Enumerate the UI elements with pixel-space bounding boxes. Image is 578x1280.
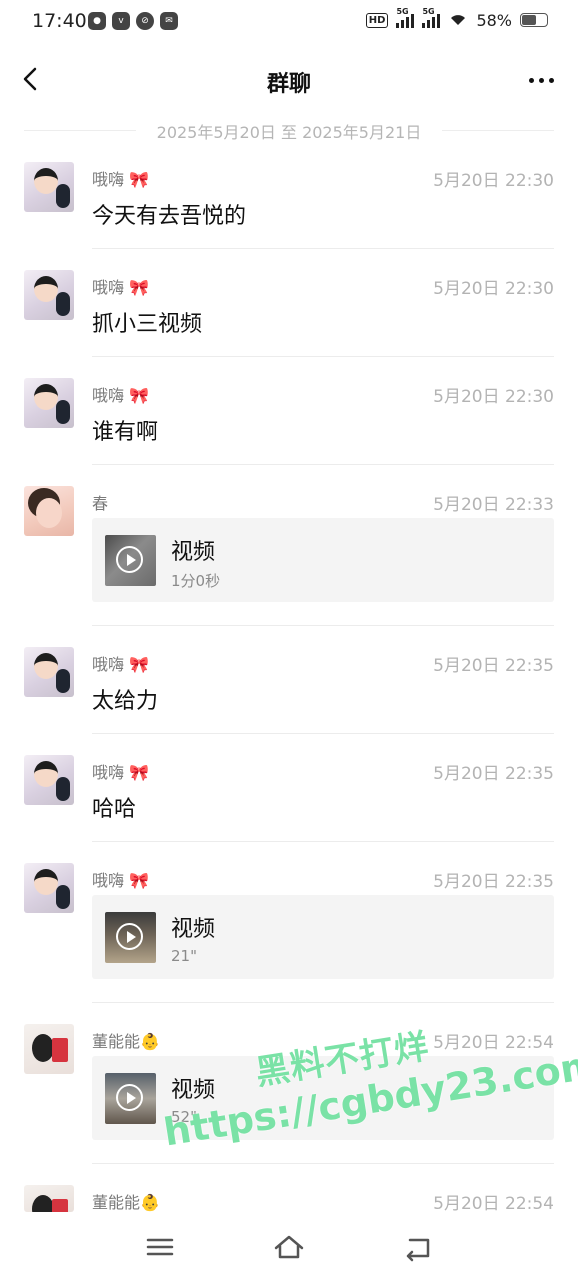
home-icon <box>274 1235 304 1259</box>
sender-name: 哦嗨 🎀 <box>92 655 150 674</box>
avatar[interactable] <box>24 270 74 320</box>
avatar[interactable] <box>24 1185 74 1212</box>
link-icon: ⊘ <box>136 12 154 30</box>
sender-name: 哦嗨 🎀 <box>92 278 150 297</box>
sender-name: 哦嗨 🎀 <box>92 763 150 782</box>
video-duration: 1分0秒 <box>171 572 221 590</box>
sender-name: 哦嗨 🎀 <box>92 170 150 189</box>
video-card[interactable]: 视频 21" <box>92 895 554 979</box>
divider <box>92 248 554 249</box>
divider <box>92 733 554 734</box>
video-label: 视频 <box>171 540 216 565</box>
status-time: 17:40 <box>32 10 87 32</box>
watermark: 黑料不打烊 https://cgbdy23.com <box>130 979 578 1183</box>
more-dot <box>539 78 544 83</box>
avatar[interactable] <box>24 863 74 913</box>
home-button[interactable] <box>269 1232 309 1262</box>
header: 群聊 <box>0 44 578 116</box>
more-button[interactable] <box>529 78 554 83</box>
play-icon <box>116 546 143 573</box>
status-right: HD 5G 5G 58% <box>365 7 548 30</box>
sender-name: 哦嗨 🎀 <box>92 871 150 890</box>
message-text: 抓小三视频 <box>92 312 203 337</box>
date-range-text: 2025年5月20日 至 2025年5月21日 <box>156 123 422 142</box>
more-dot <box>549 78 554 83</box>
signal-icon: 5G <box>396 7 415 28</box>
message-time: 5月20日 22:54 <box>433 1194 554 1214</box>
mail-icon: ✉ <box>160 12 178 30</box>
video-label: 视频 <box>171 917 216 942</box>
message-time: 5月20日 22:30 <box>433 387 554 407</box>
signal-label: 5G <box>396 7 409 16</box>
more-dot <box>529 78 534 83</box>
back-nav-button[interactable] <box>398 1232 438 1262</box>
page-title: 群聊 <box>266 72 311 97</box>
video-thumbnail <box>105 535 156 586</box>
avatar[interactable] <box>24 162 74 212</box>
system-nav-bar <box>0 1212 578 1280</box>
avatar[interactable] <box>24 486 74 536</box>
video-card[interactable]: 视频 1分0秒 <box>92 518 554 602</box>
message-time: 5月20日 22:35 <box>433 872 554 892</box>
notification-icons: ● v ⊘ ✉ <box>88 12 178 30</box>
divider <box>92 841 554 842</box>
sender-name: 哦嗨 🎀 <box>92 386 150 405</box>
message-text: 哈哈 <box>92 797 137 822</box>
message-time: 5月20日 22:35 <box>433 656 554 676</box>
hd-icon: HD <box>365 12 389 28</box>
divider <box>92 464 554 465</box>
signal-icon-2: 5G <box>422 7 441 28</box>
message-text: 太给力 <box>92 689 159 714</box>
message-time: 5月20日 22:35 <box>433 764 554 784</box>
vivo-app-icon: v <box>112 12 130 30</box>
message-bubble-icon: ● <box>88 12 106 30</box>
message-time: 5月20日 22:33 <box>433 495 554 515</box>
status-bar: 17:40 ● v ⊘ ✉ HD 5G 5G 58% <box>0 0 578 44</box>
avatar[interactable] <box>24 378 74 428</box>
menu-button[interactable] <box>140 1232 180 1262</box>
video-duration: 21" <box>171 947 197 965</box>
date-range-label: 2025年5月20日 至 2025年5月21日 <box>0 119 578 142</box>
message-time: 5月20日 22:30 <box>433 171 554 191</box>
wifi-icon <box>448 10 468 30</box>
battery-percent: 58% <box>476 10 512 30</box>
avatar[interactable] <box>24 1024 74 1074</box>
signal-label-2: 5G <box>422 7 435 16</box>
divider <box>92 625 554 626</box>
video-thumbnail <box>105 912 156 963</box>
divider <box>92 356 554 357</box>
message-text: 谁有啊 <box>92 420 159 445</box>
back-icon <box>406 1238 430 1262</box>
sender-name: 董能能👶 <box>92 1193 160 1212</box>
avatar[interactable] <box>24 755 74 805</box>
sender-name: 春 <box>92 494 109 513</box>
play-icon <box>116 923 143 950</box>
message-text: 今天有去吾悦的 <box>92 204 247 229</box>
menu-icon <box>146 1238 174 1256</box>
avatar[interactable] <box>24 647 74 697</box>
battery-icon <box>520 13 548 27</box>
message-time: 5月20日 22:30 <box>433 279 554 299</box>
